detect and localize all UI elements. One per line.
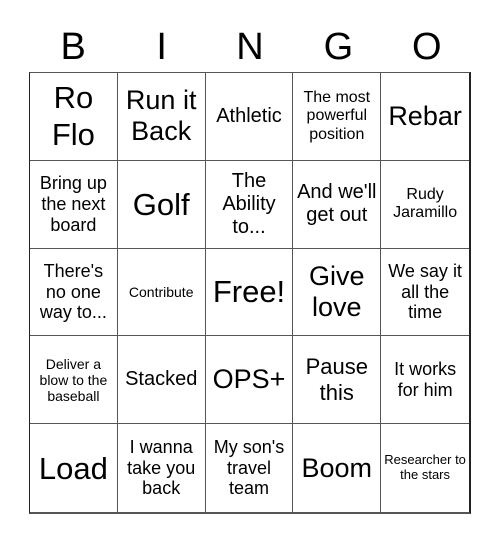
bingo-header: B I N G O	[29, 22, 471, 72]
header-letter-o: O	[412, 26, 442, 68]
bingo-cell[interactable]: Contribute	[117, 248, 206, 337]
bingo-cell[interactable]: Stacked	[117, 336, 206, 425]
bingo-cell[interactable]: Run it Back	[117, 73, 206, 161]
bingo-cell[interactable]: My son's travel team	[206, 424, 294, 512]
bingo-cell[interactable]: I wanna take you back	[118, 424, 206, 512]
bingo-cell[interactable]: Pause this	[293, 336, 382, 425]
bingo-board: Ro Flo Run it Back Athletic The most pow…	[29, 72, 471, 514]
bingo-cell[interactable]: The Ability to...	[205, 160, 294, 249]
bingo-cell[interactable]: Rudy Jaramillo	[381, 161, 469, 249]
header-letter-b: B	[60, 26, 86, 68]
bingo-cell[interactable]: Bring up the next board	[30, 160, 118, 249]
bingo-cell[interactable]: There's no one way to...	[30, 248, 118, 337]
bingo-cell[interactable]: Boom	[293, 424, 382, 512]
bingo-cell[interactable]: Ro Flo	[30, 73, 118, 161]
bingo-cell[interactable]: It works for him	[381, 336, 469, 425]
bingo-cell[interactable]: We say it all the time	[381, 249, 469, 337]
bingo-cell[interactable]: Deliver a blow to the baseball	[30, 336, 118, 425]
header-letter-n: N	[236, 26, 264, 68]
bingo-cell[interactable]: And we'll get out	[293, 160, 382, 249]
bingo-cell[interactable]: OPS+	[205, 336, 294, 425]
bingo-cell[interactable]: Load	[30, 424, 118, 512]
bingo-cell[interactable]: Rebar	[381, 73, 469, 161]
bingo-cell-free-space[interactable]: Free!	[205, 248, 294, 337]
bingo-cell[interactable]: Golf	[117, 160, 206, 249]
bingo-cell[interactable]: Researcher to the stars	[381, 424, 469, 512]
header-letter-g: G	[323, 26, 354, 68]
bingo-cell[interactable]: Athletic	[205, 73, 294, 161]
header-letter-i: I	[156, 26, 167, 68]
bingo-cell[interactable]: The most powerful position	[293, 73, 382, 161]
bingo-cell[interactable]: Give love	[293, 248, 382, 337]
